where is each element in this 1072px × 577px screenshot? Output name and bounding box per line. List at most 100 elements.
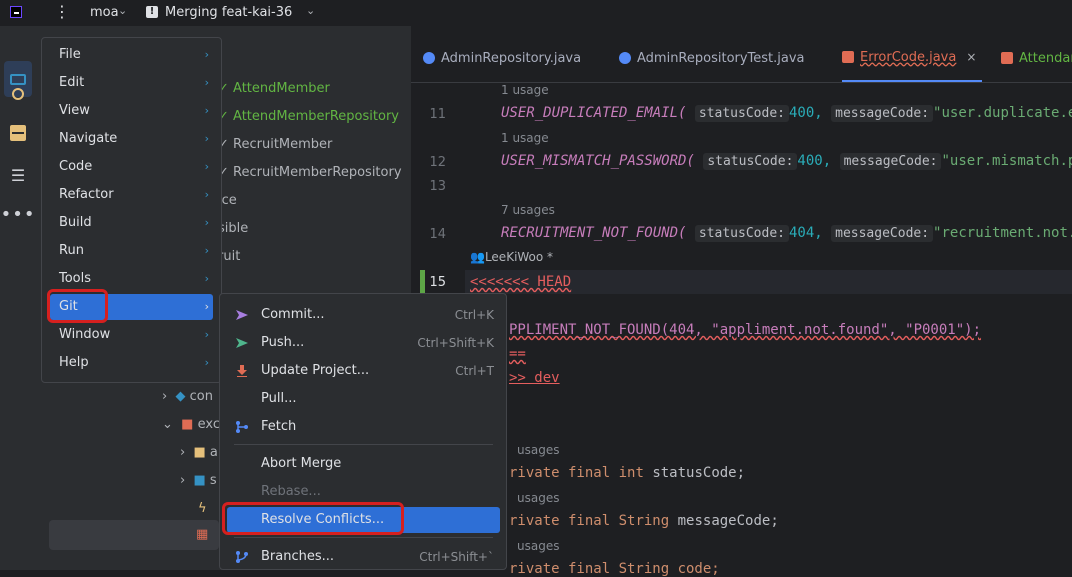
chevron-right-icon: › xyxy=(204,48,209,61)
errorcode-file-icon: ▦ xyxy=(196,527,209,542)
java-class-icon xyxy=(619,52,631,64)
more-tools-button[interactable]: ••• xyxy=(1,200,35,228)
menu-item-run[interactable]: Run › xyxy=(50,238,213,264)
line-number: 14 xyxy=(429,227,446,242)
close-icon[interactable]: × xyxy=(966,50,976,64)
project-selector-label[interactable]: moa xyxy=(90,5,119,20)
chevron-right-icon: › xyxy=(204,160,209,173)
tree-item-recruitmemberrepository[interactable]: ✓ RecruitMemberRepository xyxy=(218,165,402,180)
menu-item-window[interactable]: Window › xyxy=(50,322,213,348)
user-icon: 👥 xyxy=(470,250,485,264)
usage-hint[interactable]: usages xyxy=(517,491,559,505)
line-number: 12 xyxy=(429,155,446,170)
git-update-project-item[interactable]: Update Project... Ctrl+T xyxy=(227,358,500,384)
chevron-right-icon: › xyxy=(204,356,209,369)
tab-attendance[interactable]: Attendan xyxy=(1001,34,1072,82)
commit-icon xyxy=(12,88,24,100)
menu-item-build[interactable]: Build › xyxy=(50,210,213,236)
tree-folder-s[interactable]: › ■ s xyxy=(180,473,217,488)
field-status-code: rivate final int statusCode; xyxy=(509,465,746,481)
git-pull-item[interactable]: Pull... xyxy=(227,386,500,412)
branch-selector-label[interactable]: Merging feat-kai-36 xyxy=(165,5,292,20)
tree-item-accessible[interactable]: sible xyxy=(218,221,248,236)
conflict-separator: == xyxy=(509,346,526,362)
chevron-down-icon[interactable]: ⌄ xyxy=(118,4,127,17)
code-line-conflict: PPLIMENT_NOT_FOUND(404, "appliment.not.f… xyxy=(509,322,982,338)
git-abort-merge-item[interactable]: Abort Merge xyxy=(227,451,500,477)
menu-item-edit[interactable]: Edit › xyxy=(50,70,213,96)
menu-item-file[interactable]: File › xyxy=(50,42,213,68)
more-icon: ••• xyxy=(0,203,36,225)
tab-adminrepository[interactable]: AdminRepository.java xyxy=(423,34,581,82)
line-number: 15 xyxy=(429,275,446,290)
merge-warning-icon: ! xyxy=(146,6,158,18)
chevron-right-icon: › xyxy=(204,300,209,313)
usage-hint[interactable]: usages xyxy=(517,443,559,457)
line-number: 11 xyxy=(429,107,446,122)
field-message-code: rivate final String messageCode; xyxy=(509,513,779,529)
chevron-right-icon: › xyxy=(204,132,209,145)
java-class-icon xyxy=(423,52,435,64)
usage-hint[interactable]: 1 usage xyxy=(501,83,549,97)
chevron-right-icon: › xyxy=(204,188,209,201)
tree-folder-a[interactable]: › ■ a xyxy=(180,445,218,460)
code-line-12: USER_MISMATCH_PASSWORD( statusCode: 400, … xyxy=(501,153,1072,170)
pull-requests-icon: ☰ xyxy=(10,165,26,185)
chevron-right-icon: › xyxy=(204,76,209,89)
tree-file-icon: ϟ xyxy=(198,501,207,516)
menu-item-navigate[interactable]: Navigate › xyxy=(50,126,213,152)
tree-folder-config[interactable]: › ◆ con xyxy=(162,389,213,404)
main-menu-popup: File › Edit › View › Navigate › Code › Refact… xyxy=(41,37,222,383)
git-commit-item[interactable]: Commit... Ctrl+K xyxy=(227,302,500,328)
tree-item-recruitmember[interactable]: ✓ RecruitMember xyxy=(218,137,332,152)
tree-item-attendmember[interactable]: ✓ AttendMember xyxy=(218,81,330,96)
conflict-dev-marker: >> dev xyxy=(509,370,560,386)
chevron-right-icon: › xyxy=(204,328,209,341)
update-icon xyxy=(237,365,247,377)
menu-item-view[interactable]: View › xyxy=(50,98,213,124)
tree-folder-exception[interactable]: ⌄ ■ exc xyxy=(162,417,220,432)
chevron-right-icon: › xyxy=(204,244,209,257)
author-hint[interactable]: 👥LeeKiWoo * xyxy=(470,250,553,264)
pull-requests-tool-button[interactable]: ☰ xyxy=(4,161,32,189)
tool-window-strip: ☰ ••• xyxy=(0,26,36,570)
main-menu-kebab-icon[interactable]: ⋮ xyxy=(54,2,70,22)
title-bar xyxy=(0,0,1072,26)
commit-arrow-icon xyxy=(236,310,248,320)
annotation-highlight-git xyxy=(47,289,108,323)
chevron-down-icon[interactable]: ⌄ xyxy=(306,4,315,17)
java-enum-icon xyxy=(842,51,854,63)
line-number: 13 xyxy=(429,179,446,194)
usage-hint[interactable]: usages xyxy=(517,539,559,553)
structure-icon xyxy=(10,125,26,141)
annotation-highlight-resolve-conflicts xyxy=(222,502,404,535)
chevron-right-icon: › xyxy=(204,104,209,117)
commit-tool-button[interactable] xyxy=(4,80,32,108)
menu-item-help[interactable]: Help › xyxy=(50,350,213,376)
menu-item-code[interactable]: Code › xyxy=(50,154,213,180)
tab-adminrepositorytest[interactable]: AdminRepositoryTest.java xyxy=(619,34,805,82)
java-enum-icon xyxy=(1001,52,1013,64)
app-logo-icon xyxy=(10,6,22,18)
conflict-head-marker: <<<<<<< HEAD xyxy=(470,274,572,290)
tab-errorcode[interactable]: ErrorCode.java × xyxy=(842,34,983,82)
tree-selected-row[interactable] xyxy=(49,520,219,550)
menu-separator xyxy=(234,444,493,445)
usage-hint[interactable]: 1 usage xyxy=(501,131,549,145)
code-line-11: USER_DUPLICATED_EMAIL( statusCode: 400, m… xyxy=(501,105,1072,122)
structure-tool-button[interactable] xyxy=(4,119,32,147)
menu-item-refactor[interactable]: Refactor › xyxy=(50,182,213,208)
editor-tab-bar: AdminRepository.java AdminRepositoryTest… xyxy=(411,34,1072,83)
git-push-item[interactable]: Push... Ctrl+Shift+K xyxy=(227,330,500,356)
git-fetch-item[interactable]: Fetch xyxy=(227,414,500,440)
chevron-right-icon: › xyxy=(204,216,209,229)
branches-icon xyxy=(236,551,248,563)
usage-hint[interactable]: 7 usages xyxy=(501,203,555,217)
field-code: rivate final String code; xyxy=(509,561,720,577)
git-branches-item[interactable]: Branches... Ctrl+Shift+` xyxy=(227,544,500,570)
fetch-icon xyxy=(236,421,248,433)
tree-item-attendmemberrepository[interactable]: ✓ AttendMemberRepository xyxy=(218,109,399,124)
push-icon xyxy=(236,338,248,348)
code-line-14: RECRUITMENT_NOT_FOUND( statusCode: 404, m… xyxy=(501,225,1072,242)
chevron-right-icon: › xyxy=(204,272,209,285)
